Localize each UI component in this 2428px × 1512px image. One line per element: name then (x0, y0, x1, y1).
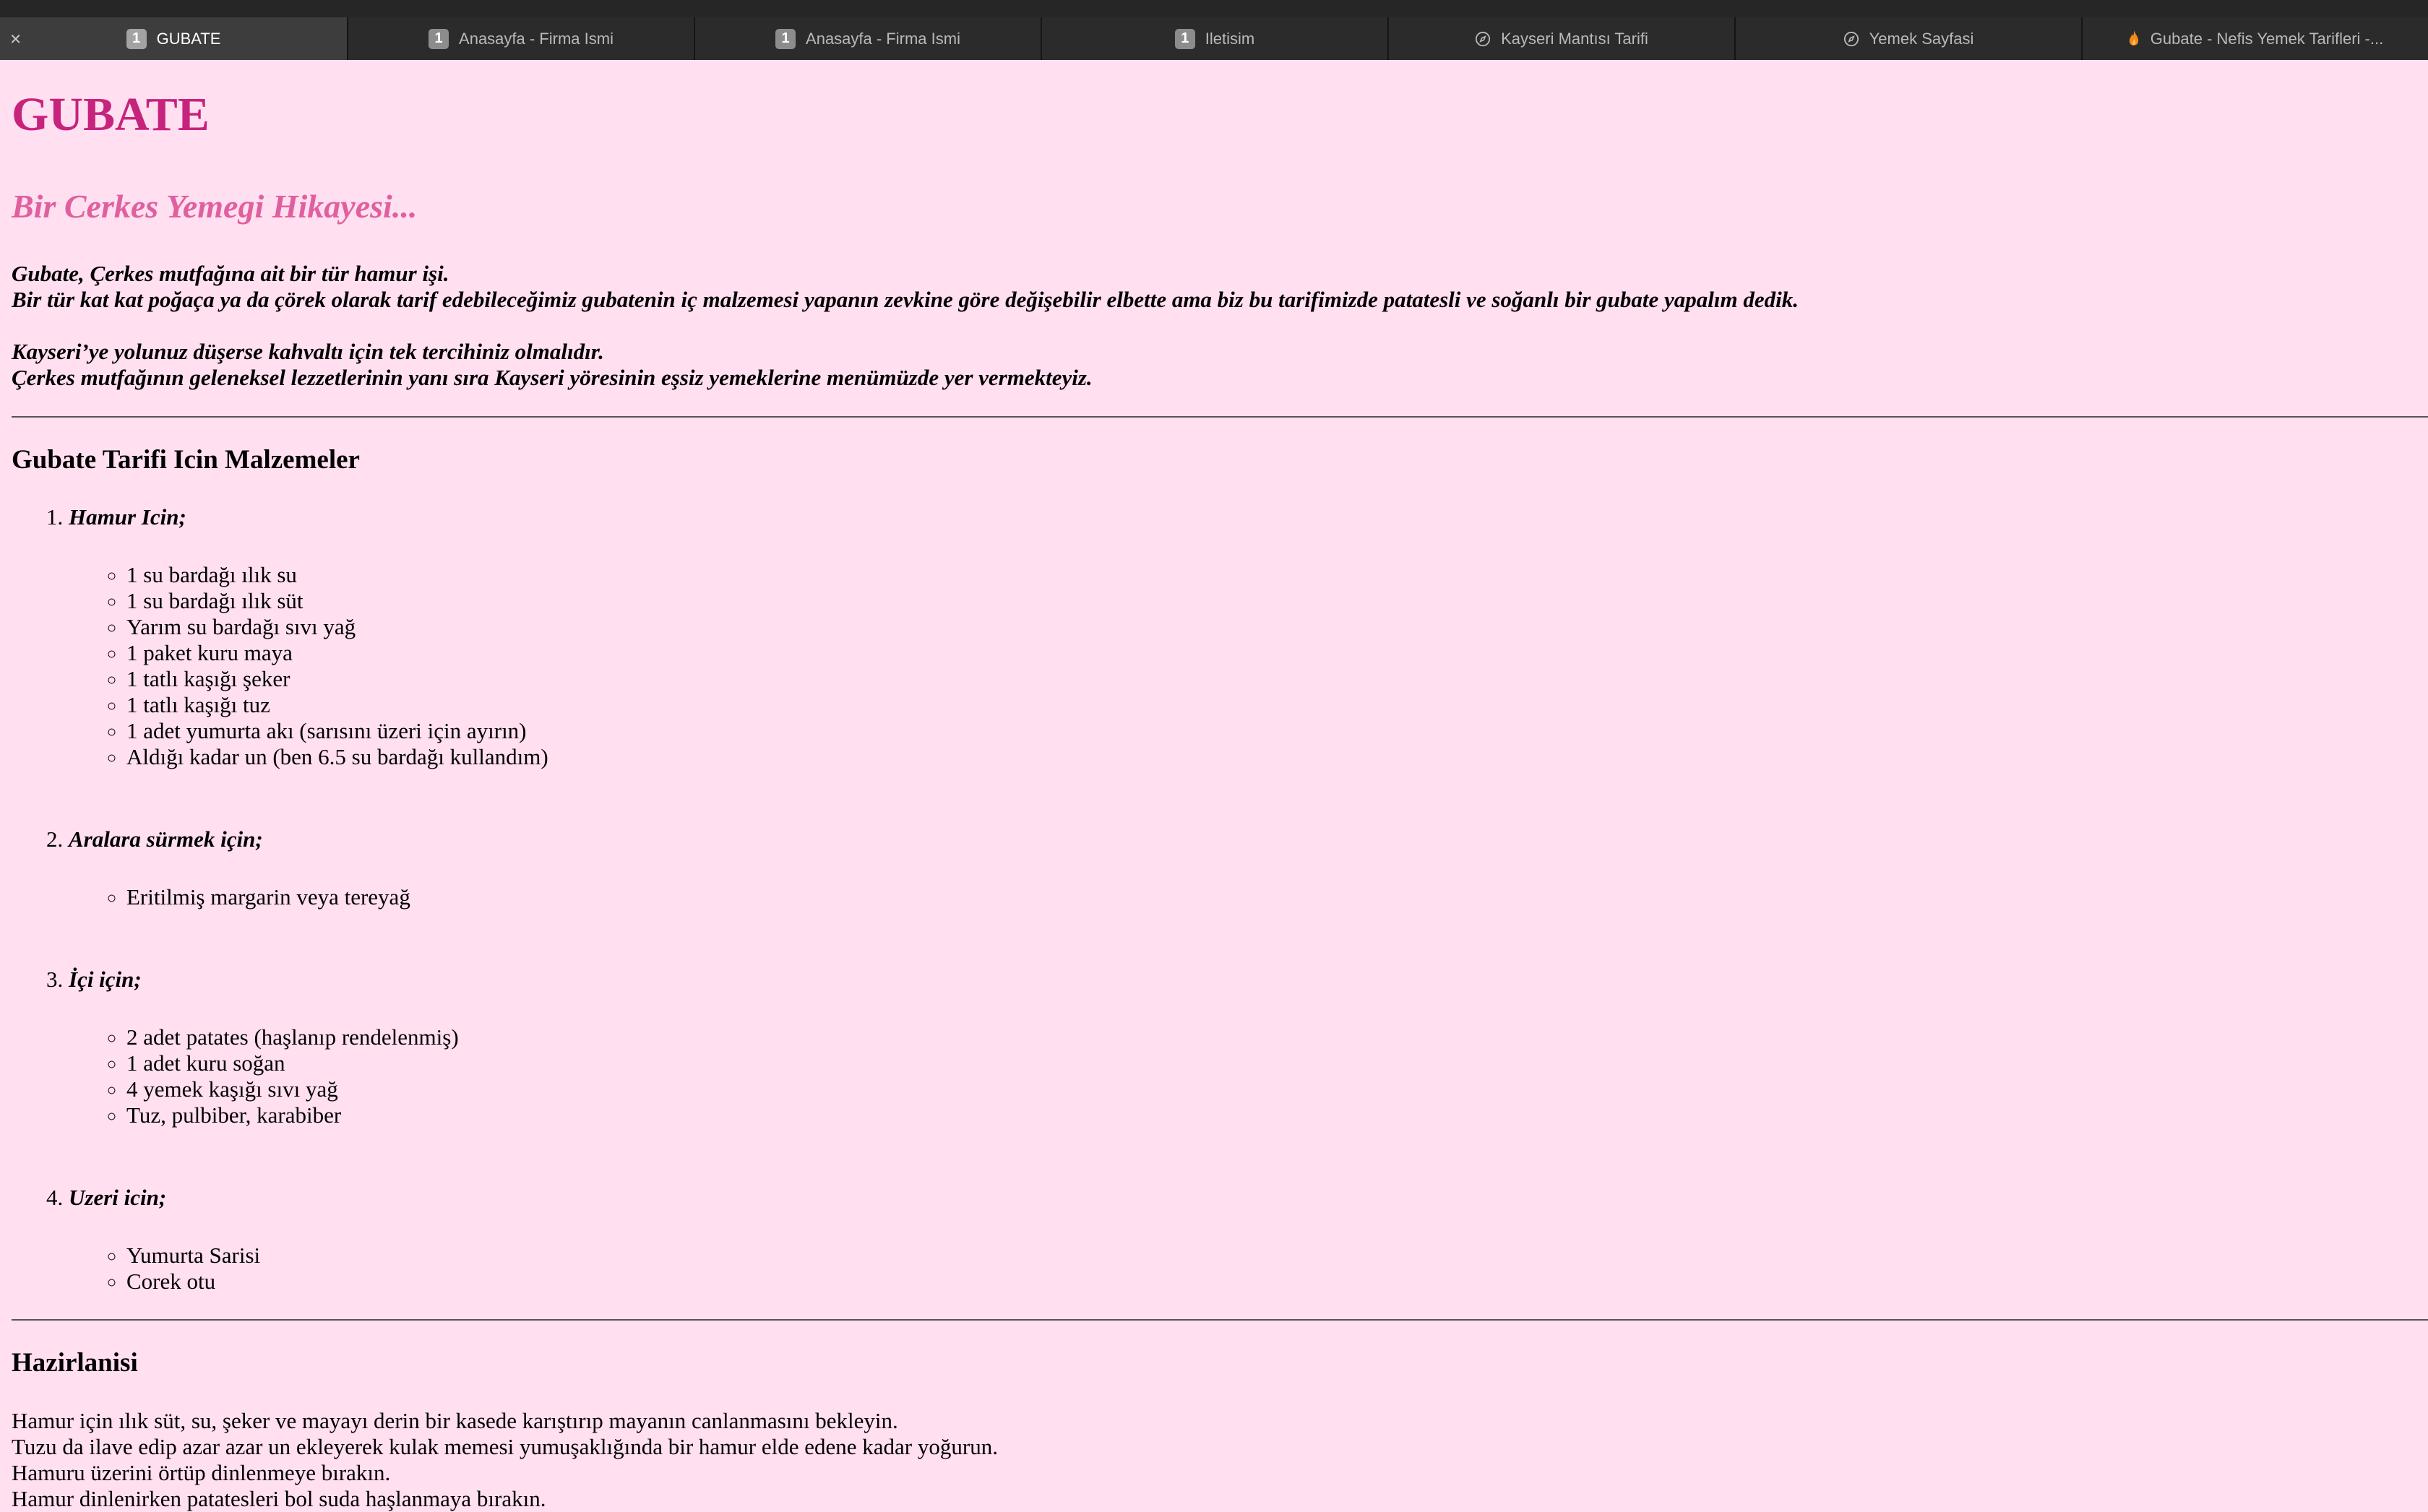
ingredient-group: Hamur Icin; 1 su bardağı ılık su1 su bard… (69, 504, 548, 770)
ingredient-item: 4 yemek kaşığı sıvı yağ (126, 1076, 548, 1102)
close-icon[interactable]: × (10, 27, 21, 50)
ingredient-item: 1 tatlı kaşığı tuz (126, 692, 548, 718)
ingredient-list: 1 su bardağı ılık su1 su bardağı ılık sü… (69, 562, 548, 770)
browser-tab-label: Gubate - Nefis Yemek Tarifleri -... (2150, 29, 2384, 48)
ingredient-group-title: Hamur Icin; (69, 504, 186, 530)
compass-icon (1476, 31, 1491, 46)
ingredient-list: 2 adet patates (haşlanıp rendelenmiş)1 a… (69, 1024, 548, 1128)
intro-line: Kayseri’ye yolunuz düşerse kahvaltı için… (12, 339, 604, 364)
browser-tab[interactable]: Gubate - Nefis Yemek Tarifleri -... (2081, 17, 2428, 60)
ingredient-groups-list: Hamur Icin; 1 su bardağı ılık su1 su bard… (0, 504, 548, 1295)
ingredient-list: Yumurta SarisiCorek otu (69, 1243, 548, 1295)
intro-paragraph: Gubate, Çerkes mutfağına ait bir tür ham… (12, 261, 1799, 313)
ingredient-group-title: Uzeri icin; (69, 1185, 167, 1210)
browser-tab[interactable]: Kayseri Mantısı Tarifi (1387, 17, 1734, 60)
browser-tab-label: GUBATE (156, 29, 221, 48)
browser-tab[interactable]: Yemek Sayfasi (1734, 17, 2081, 60)
browser-tab-label: Anasayfa - Firma Ismi (806, 29, 960, 48)
preparation-heading: Hazirlanisi (12, 1348, 138, 1378)
preparation-line: Tuzu da ilave edip azar azar un ekleyere… (12, 1434, 998, 1459)
flame-icon (2129, 30, 2138, 46)
ingredient-group-title: İçi için; (69, 967, 142, 992)
browser-tab[interactable]: 1 Anasayfa - Firma Ismi (347, 17, 694, 60)
preparation-line: Hamur dinlenirken patatesleri bol suda h… (12, 1486, 546, 1511)
ingredient-item: Tuz, pulbiber, karabiber (126, 1102, 548, 1128)
ingredient-list: Eritilmiş margarin veya tereyağ (69, 884, 548, 910)
intro-line: Bir tür kat kat poğaça ya da çörek olara… (12, 287, 1799, 312)
ingredients-heading: Gubate Tarifi Icin Malzemeler (12, 445, 360, 475)
ingredient-group-title: Aralara sürmek için; (69, 826, 263, 852)
page-title: GUBATE (12, 88, 210, 141)
ingredient-group: Aralara sürmek için; Eritilmiş margarin v… (69, 826, 548, 910)
browser-tab-label: Anasayfa - Firma Ismi (459, 29, 614, 48)
preparation-line: Hamuru üzerini örtüp dinlenmeye bırakın. (12, 1460, 391, 1485)
page-content: GUBATE Bir Cerkes Yemegi Hikayesi... Gub… (0, 60, 2428, 1511)
ingredient-group: İçi için; 2 adet patates (haşlanıp rendel… (69, 967, 548, 1128)
ingredient-item: 1 adet yumurta akı (sarısını üzeri için … (126, 718, 548, 744)
intro-line: Çerkes mutfağının geleneksel lezzetlerin… (12, 365, 1093, 390)
ingredient-item: Aldığı kadar un (ben 6.5 su bardağı kull… (126, 744, 548, 770)
intro-paragraph: Kayseri’ye yolunuz düşerse kahvaltı için… (12, 339, 1799, 391)
ingredient-item: 1 su bardağı ılık su (126, 562, 548, 588)
ingredient-item: 1 paket kuru maya (126, 640, 548, 666)
browser-tab-bar: × 1 GUBATE 1 Anasayfa - Firma Ismi 1 Anasayfa … (0, 0, 2428, 60)
browser-tab[interactable]: 1 Anasayfa - Firma Ismi (694, 17, 1041, 60)
intro-line: Gubate, Çerkes mutfağına ait bir tür ham… (12, 261, 449, 286)
tab-number-badge-icon: 1 (429, 28, 449, 49)
ingredient-item: Yumurta Sarisi (126, 1243, 548, 1269)
ingredient-item: 1 su bardağı ılık süt (126, 588, 548, 614)
divider (12, 416, 2428, 418)
ingredient-item: Eritilmiş margarin veya tereyağ (126, 884, 548, 910)
divider (12, 1319, 2428, 1321)
ingredient-item: 2 adet patates (haşlanıp rendelenmiş) (126, 1024, 548, 1050)
browser-tab[interactable]: 1 Iletisim (1041, 17, 1387, 60)
browser-tab-label: Iletisim (1205, 29, 1255, 48)
ingredient-item: Corek otu (126, 1269, 548, 1295)
compass-icon (1843, 31, 1859, 46)
browser-tab-label: Kayseri Mantısı Tarifi (1501, 29, 1648, 48)
preparation-line: Hamur için ılık süt, su, şeker ve mayayı… (12, 1408, 898, 1433)
intro-text: Gubate, Çerkes mutfağına ait bir tür ham… (12, 261, 1799, 417)
ingredient-group: Uzeri icin; Yumurta SarisiCorek otu (69, 1185, 548, 1295)
tab-number-badge-icon: 1 (1174, 28, 1195, 49)
browser-tab-label: Yemek Sayfasi (1869, 29, 1974, 48)
tab-number-badge-icon: 1 (126, 28, 147, 49)
ingredient-item: 1 adet kuru soğan (126, 1050, 548, 1076)
tab-number-badge-icon: 1 (775, 28, 796, 49)
ingredient-item: 1 tatlı kaşığı şeker (126, 666, 548, 692)
page-subtitle: Bir Cerkes Yemegi Hikayesi... (12, 188, 418, 225)
preparation-text: Hamur için ılık süt, su, şeker ve mayayı… (12, 1408, 998, 1512)
browser-tab[interactable]: × 1 GUBATE (0, 17, 347, 60)
ingredient-item: Yarım su bardağı sıvı yağ (126, 614, 548, 640)
